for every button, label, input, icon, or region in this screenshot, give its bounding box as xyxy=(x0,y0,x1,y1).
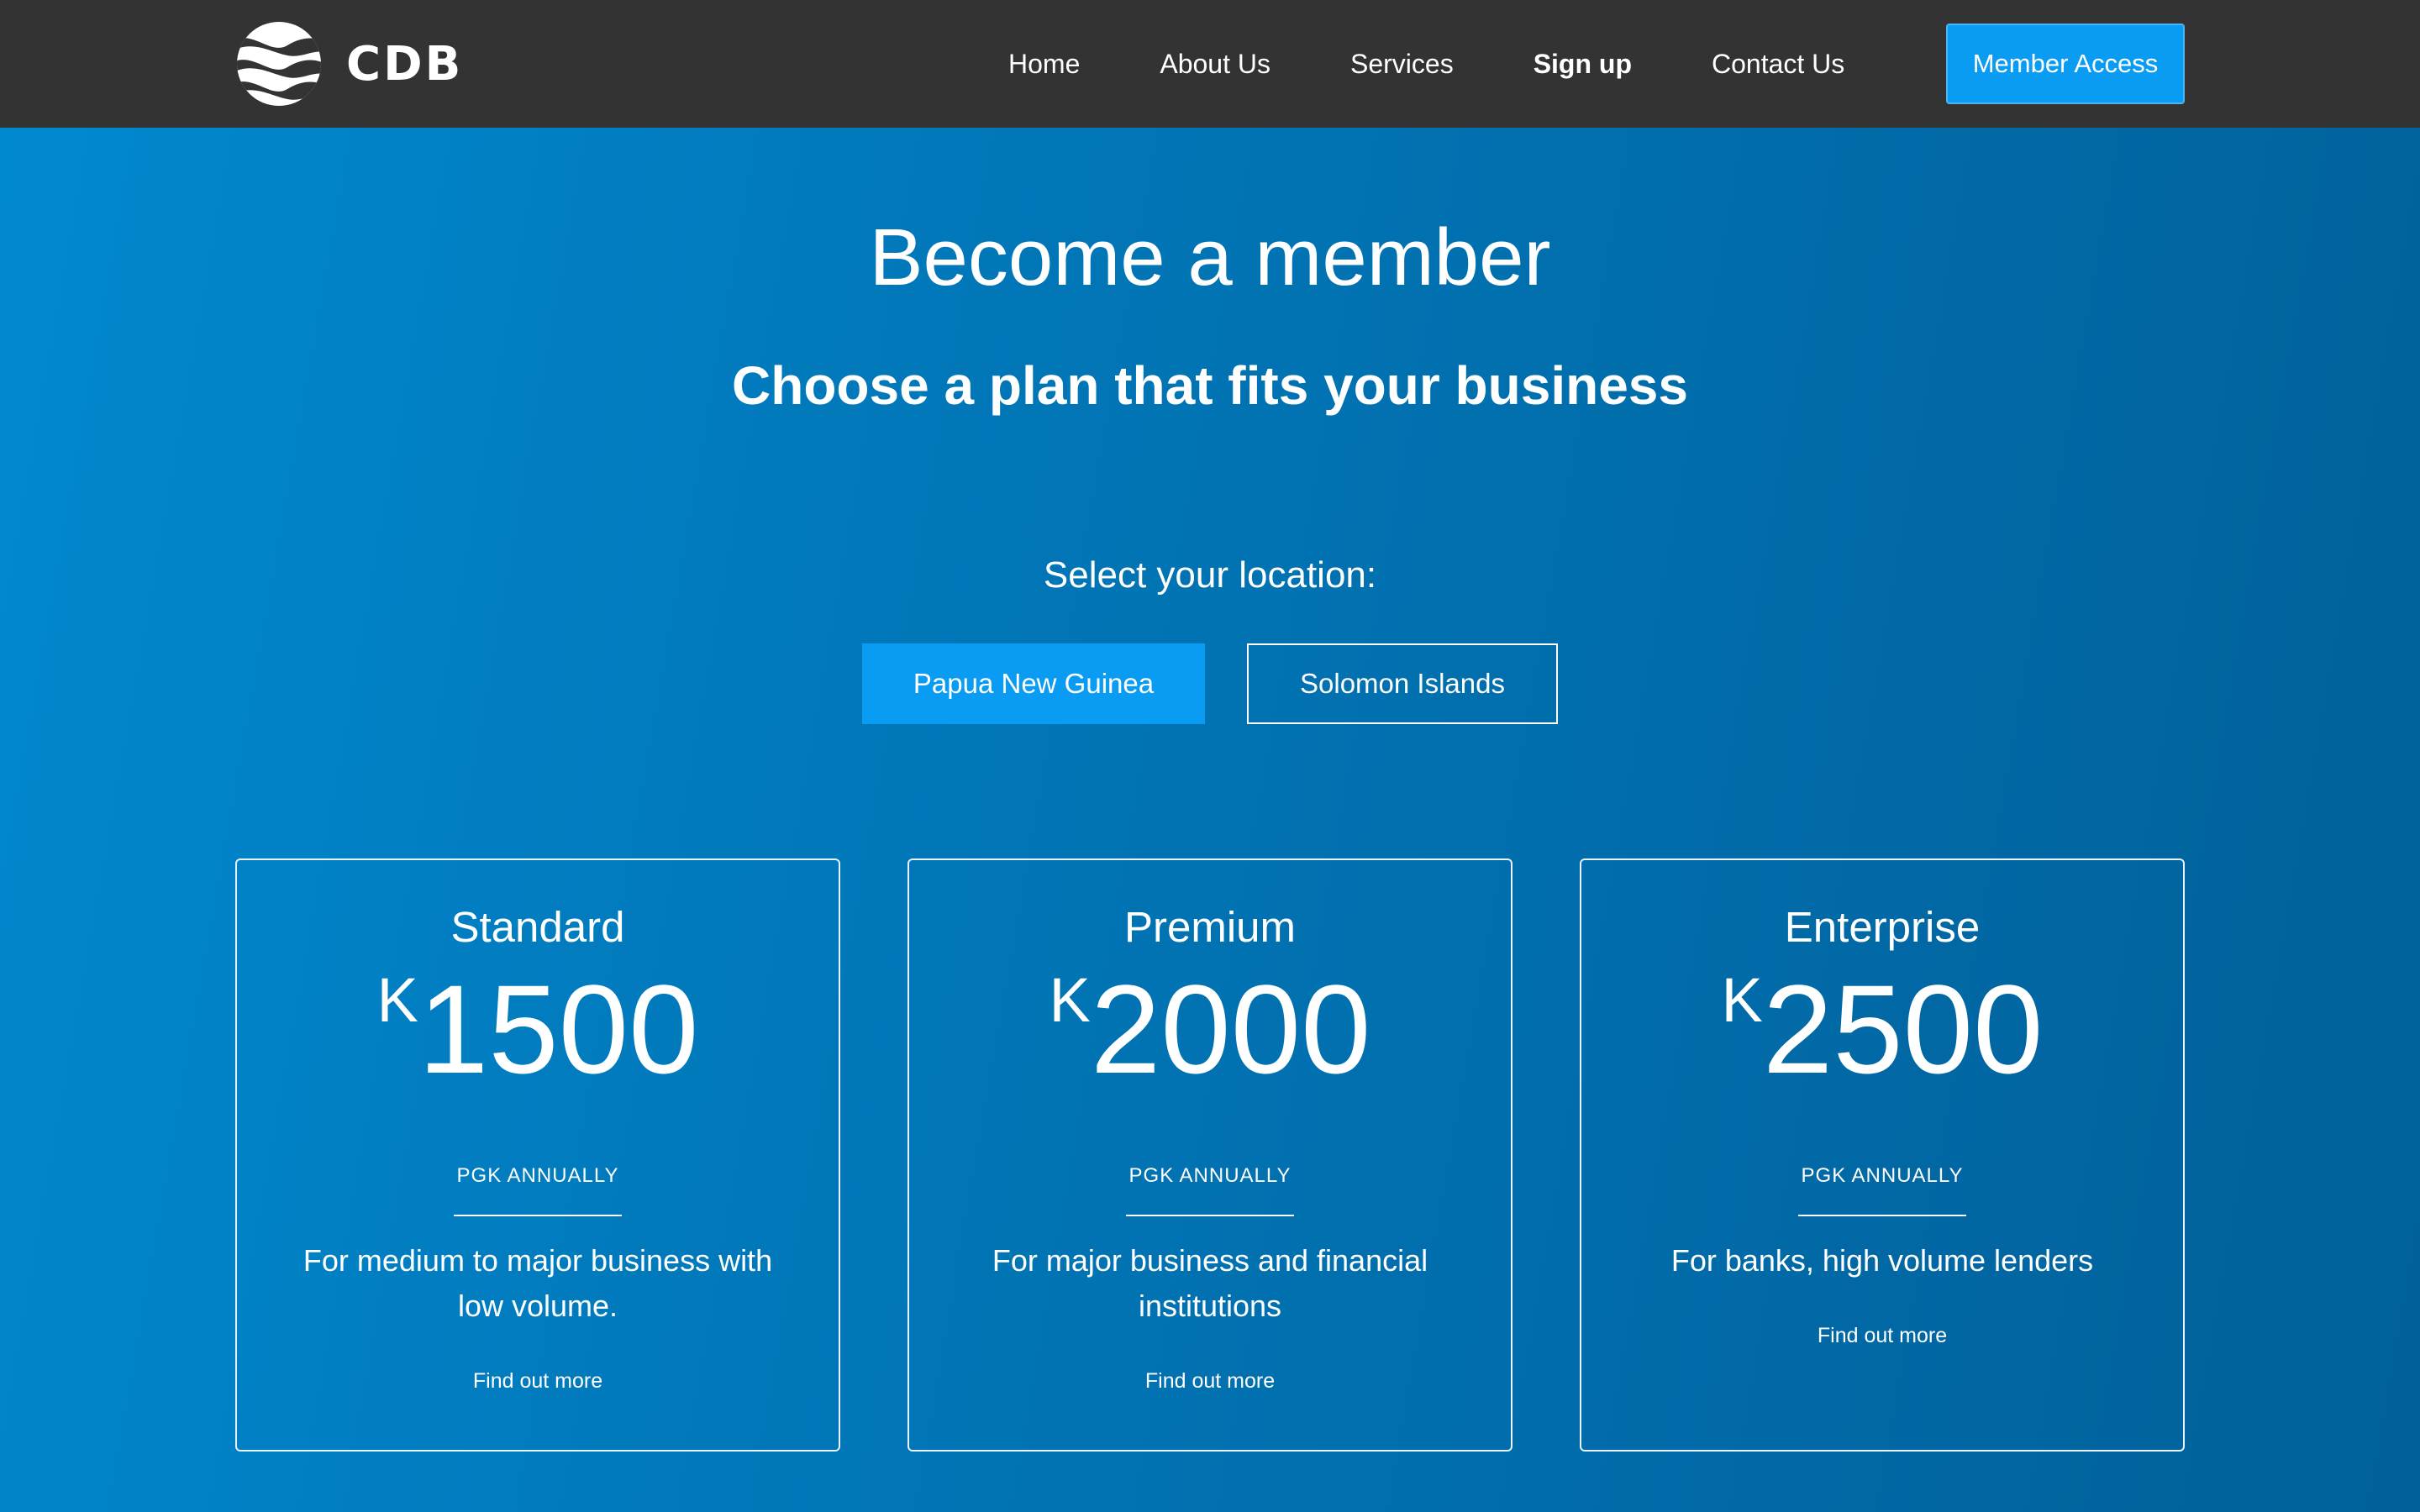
location-label: Select your location: xyxy=(1043,554,1377,596)
plan-name: Premium xyxy=(1123,903,1297,951)
page-title: Become a member xyxy=(869,213,1551,302)
find-out-more-link[interactable]: Find out more xyxy=(909,1369,1511,1394)
plan-price: K1500 xyxy=(237,966,839,1092)
main-nav: Home About Us Services Sign up Contact U… xyxy=(1008,0,1844,128)
plan-price: K2500 xyxy=(1581,966,2183,1092)
wave-logo-icon xyxy=(237,22,321,106)
logo-text: CDB xyxy=(346,36,464,92)
price-amount: 2500 xyxy=(1762,958,2044,1100)
plan-name: Standard xyxy=(450,903,625,951)
top-navbar: CDB Home About Us Services Sign up Conta… xyxy=(0,0,2420,128)
plan-description: For major business and financial institu… xyxy=(992,1243,1428,1323)
plan-price: K2000 xyxy=(909,966,1511,1092)
plan-description: For banks, high volume lenders xyxy=(1670,1243,2094,1278)
price-amount: 2000 xyxy=(1090,958,1371,1100)
divider xyxy=(1126,1215,1294,1216)
currency-symbol: K xyxy=(1049,965,1091,1035)
plan-name: Enterprise xyxy=(1784,903,1981,951)
billing-period: PGK ANNUALLY xyxy=(1128,1164,1292,1187)
currency-symbol: K xyxy=(376,965,418,1035)
plan-card-standard: Standard K1500 PGK ANNUALLY For medium t… xyxy=(235,858,840,1452)
cdb-logo[interactable]: CDB xyxy=(237,22,463,106)
price-amount: 1500 xyxy=(418,958,699,1100)
billing-period: PGK ANNUALLY xyxy=(456,1164,619,1187)
nav-contact-us[interactable]: Contact Us xyxy=(1712,49,1844,80)
divider xyxy=(1798,1215,1966,1216)
plan-card-premium: Premium K2000 PGK ANNUALLY For major bus… xyxy=(908,858,1512,1452)
membership-hero: Become a member Choose a plan that fits … xyxy=(0,128,2420,1512)
plan-description: For medium to major business with low vo… xyxy=(302,1243,773,1323)
nav-about-us[interactable]: About Us xyxy=(1160,49,1270,80)
nav-services[interactable]: Services xyxy=(1350,49,1454,80)
page-subtitle: Choose a plan that fits your business xyxy=(732,355,1688,416)
find-out-more-link[interactable]: Find out more xyxy=(1581,1324,2183,1348)
location-solomon-islands-button[interactable]: Solomon Islands xyxy=(1247,643,1558,724)
plan-card-enterprise: Enterprise K2500 PGK ANNUALLY For banks,… xyxy=(1580,858,2185,1452)
location-papua-new-guinea-button[interactable]: Papua New Guinea xyxy=(862,643,1205,724)
divider xyxy=(454,1215,622,1216)
nav-sign-up[interactable]: Sign up xyxy=(1534,49,1632,80)
member-access-button[interactable]: Member Access xyxy=(1946,24,2185,104)
nav-home[interactable]: Home xyxy=(1008,49,1080,80)
currency-symbol: K xyxy=(1721,965,1763,1035)
billing-period: PGK ANNUALLY xyxy=(1801,1164,1964,1187)
find-out-more-link[interactable]: Find out more xyxy=(237,1369,839,1394)
